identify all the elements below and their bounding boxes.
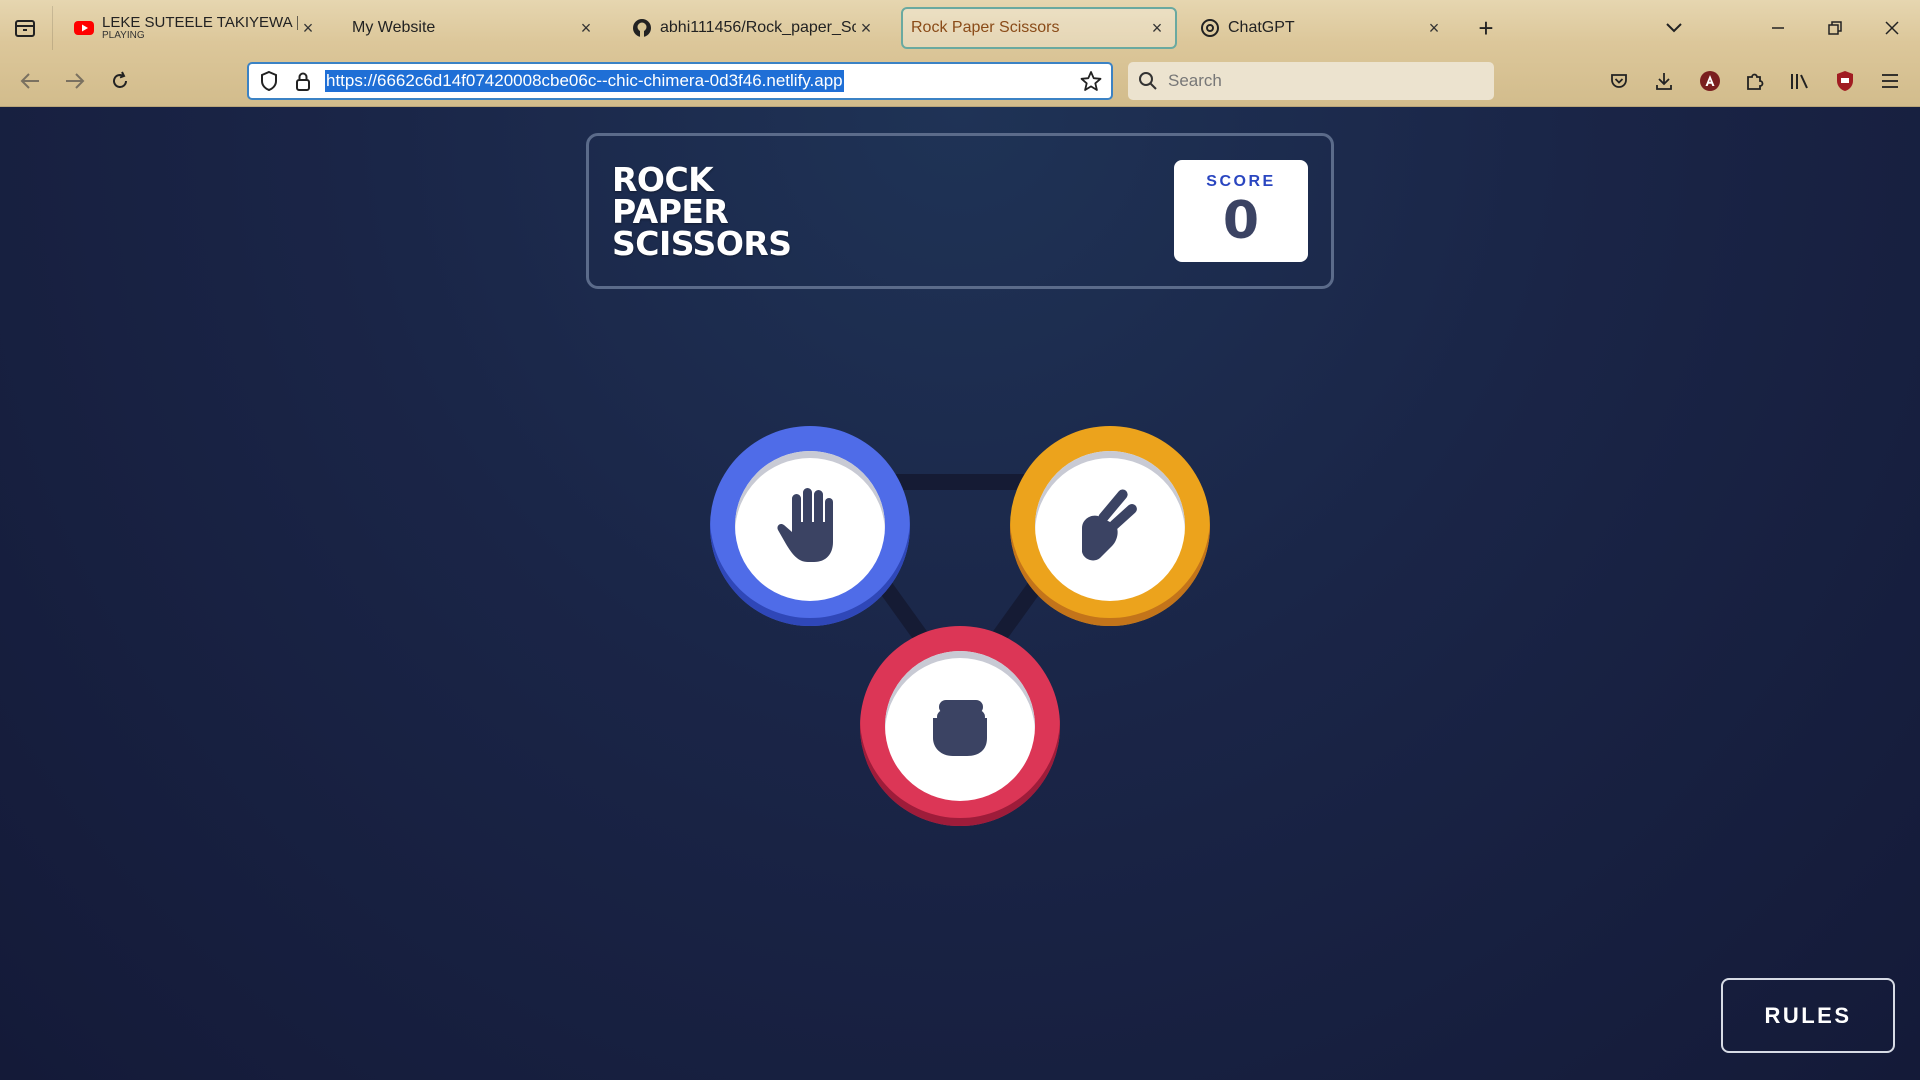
extensions-button[interactable] bbox=[1741, 67, 1769, 95]
close-window-button[interactable] bbox=[1877, 14, 1907, 42]
downloads-button[interactable] bbox=[1650, 67, 1678, 95]
tab-title: LEKE SUTEELE TAKIYEWA | Bhoj bbox=[102, 15, 298, 31]
search-icon bbox=[1139, 72, 1157, 90]
minimize-icon bbox=[1772, 27, 1784, 29]
app-menu-button[interactable] bbox=[1876, 67, 1904, 95]
pocket-icon bbox=[1611, 74, 1627, 88]
search-bar[interactable] bbox=[1128, 62, 1494, 100]
restore-icon bbox=[1828, 21, 1842, 35]
tab-close-button[interactable]: × bbox=[856, 18, 876, 38]
tab-list-button[interactable] bbox=[10, 14, 40, 42]
tab-title: Rock Paper Scissors bbox=[911, 19, 1060, 36]
tab-title: My Website bbox=[352, 19, 436, 36]
list-all-tabs-button[interactable] bbox=[1659, 14, 1689, 42]
restore-button[interactable] bbox=[1820, 14, 1850, 42]
reload-icon bbox=[113, 71, 127, 88]
rules-button[interactable]: RULES bbox=[1721, 978, 1895, 1053]
hamburger-menu-icon bbox=[1882, 74, 1898, 88]
account-button[interactable] bbox=[1696, 67, 1724, 95]
bookmark-star-icon[interactable] bbox=[1079, 69, 1103, 93]
paper-choice-button[interactable] bbox=[710, 426, 910, 626]
tab-titles: LEKE SUTEELE TAKIYEWA | Bhoj PLAYING bbox=[102, 15, 298, 41]
tab-title: ChatGPT bbox=[1228, 19, 1295, 36]
tab-title: abhi111456/Rock_paper_Scisso bbox=[660, 19, 856, 36]
minimize-button[interactable] bbox=[1763, 14, 1793, 42]
tab-my-website[interactable]: My Website × bbox=[342, 7, 606, 49]
account-avatar-icon bbox=[1700, 71, 1720, 91]
rock-choice-button[interactable] bbox=[860, 626, 1060, 826]
library-button[interactable] bbox=[1786, 67, 1814, 95]
reload-button[interactable] bbox=[105, 67, 135, 95]
tab-titles: Rock Paper Scissors bbox=[911, 19, 1147, 37]
tab-close-button[interactable]: × bbox=[1147, 18, 1167, 38]
browser-chrome: LEKE SUTEELE TAKIYEWA | Bhoj PLAYING × M… bbox=[0, 0, 1920, 107]
back-arrow-icon bbox=[20, 73, 39, 89]
url-text[interactable]: https://6662c6d14f07420008cbe06c--chic-c… bbox=[325, 70, 844, 92]
navigation-bar: https://6662c6d14f07420008cbe06c--chic-c… bbox=[0, 55, 1920, 107]
github-icon bbox=[632, 18, 652, 38]
ublock-shield-icon bbox=[1837, 71, 1853, 91]
paper-hand-icon bbox=[777, 488, 833, 562]
tab-close-button[interactable]: × bbox=[1424, 18, 1444, 38]
tab-close-button[interactable]: × bbox=[298, 18, 318, 38]
pocket-button[interactable] bbox=[1605, 67, 1633, 95]
address-bar[interactable]: https://6662c6d14f07420008cbe06c--chic-c… bbox=[247, 62, 1113, 100]
tab-youtube[interactable]: LEKE SUTEELE TAKIYEWA | Bhoj PLAYING × bbox=[64, 7, 328, 49]
library-icon bbox=[1791, 74, 1808, 89]
search-input[interactable] bbox=[1168, 71, 1468, 91]
scissors-token-face bbox=[1035, 451, 1185, 601]
forward-arrow-icon bbox=[66, 73, 85, 89]
scissors-hand-icon bbox=[1082, 489, 1137, 561]
chatgpt-icon bbox=[1200, 18, 1220, 38]
back-button[interactable] bbox=[15, 67, 45, 95]
tab-playing-label: PLAYING bbox=[102, 30, 145, 41]
forward-button[interactable] bbox=[60, 67, 90, 95]
paper-token-face bbox=[735, 451, 885, 601]
chevron-down-icon bbox=[1666, 23, 1682, 33]
tab-bar: LEKE SUTEELE TAKIYEWA | Bhoj PLAYING × M… bbox=[0, 0, 1920, 55]
youtube-icon bbox=[74, 18, 94, 38]
tab-titles: abhi111456/Rock_paper_Scisso bbox=[660, 19, 856, 37]
tab-titles: ChatGPT bbox=[1228, 19, 1424, 37]
rock-fist-icon bbox=[933, 700, 987, 756]
tab-github[interactable]: abhi111456/Rock_paper_Scisso × bbox=[622, 7, 886, 49]
shield-icon[interactable] bbox=[257, 69, 281, 93]
triangle-connector bbox=[802, 474, 1118, 699]
tab-chatgpt[interactable]: ChatGPT × bbox=[1190, 7, 1454, 49]
tab-rock-paper-scissors[interactable]: Rock Paper Scissors × bbox=[901, 7, 1177, 49]
rock-token-face bbox=[885, 651, 1035, 801]
puzzle-piece-icon bbox=[1747, 73, 1764, 90]
download-icon bbox=[1656, 73, 1672, 90]
close-icon bbox=[1885, 21, 1899, 35]
ublock-button[interactable] bbox=[1831, 67, 1859, 95]
tab-separator bbox=[52, 6, 53, 50]
tab-close-button[interactable]: × bbox=[576, 18, 596, 38]
scissors-choice-button[interactable] bbox=[1010, 426, 1210, 626]
lock-icon[interactable] bbox=[291, 69, 315, 93]
tab-titles: My Website bbox=[352, 19, 576, 37]
tab-list-icon bbox=[15, 20, 35, 37]
new-tab-button[interactable]: + bbox=[1472, 13, 1500, 43]
game-page: ROCK PAPER SCISSORS SCORE 0 RULES bbox=[0, 107, 1920, 1080]
